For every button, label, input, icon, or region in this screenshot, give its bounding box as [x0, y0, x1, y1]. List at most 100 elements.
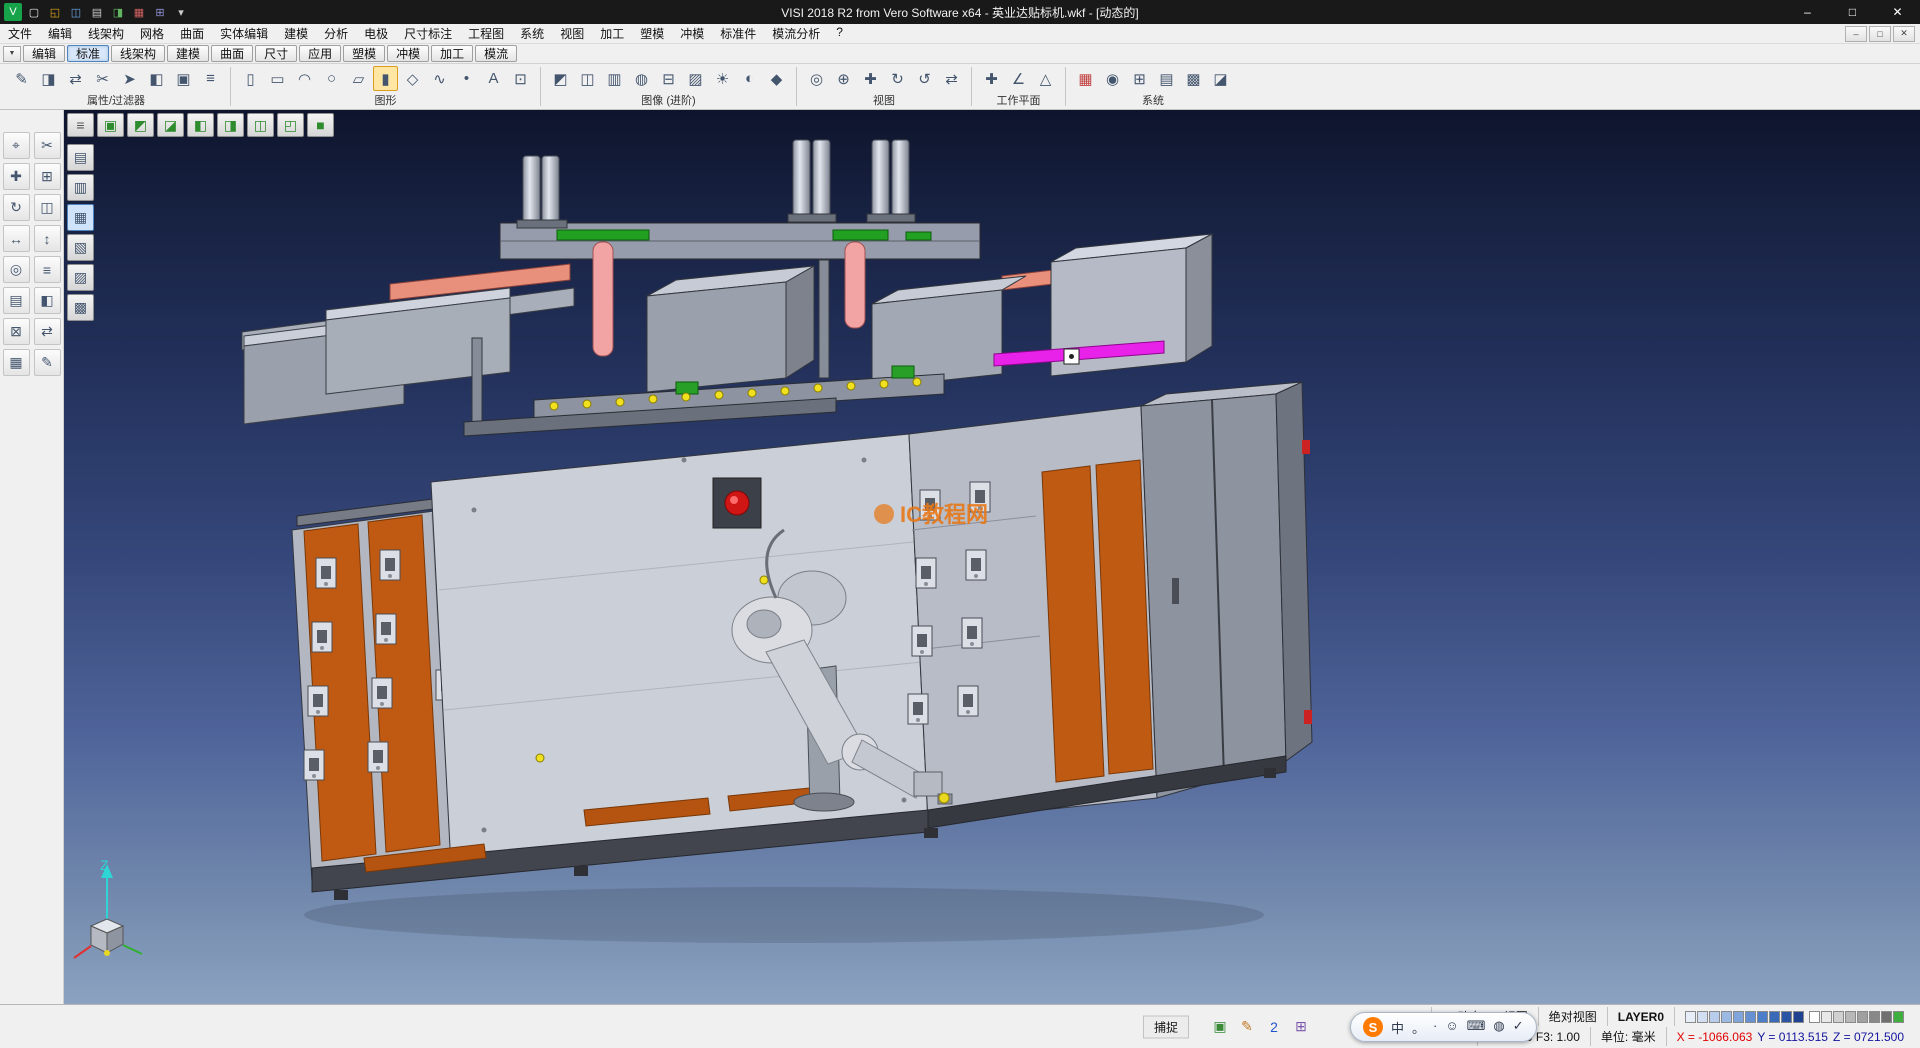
menu-flow-analysis[interactable]: 模流分析 [764, 23, 828, 44]
selection-arrow-icon[interactable]: ➤ [117, 66, 142, 91]
close-button[interactable]: ✕ [1875, 0, 1920, 24]
view-mode-cell[interactable]: 绝对视图 [1538, 1007, 1607, 1026]
wireframe-mode-icon[interactable]: ▧ [67, 234, 94, 261]
view-cube-axon-icon[interactable]: ■ [307, 113, 334, 137]
shaded-mode-icon[interactable]: ▦ [67, 204, 94, 231]
list-tool-icon[interactable]: ≡ [34, 256, 61, 283]
color-swatch[interactable] [1793, 1011, 1804, 1023]
stretch-v-tool-icon[interactable]: ↕ [34, 225, 61, 252]
view-cube-top-icon[interactable]: ▣ [97, 113, 124, 137]
style-swatch[interactable] [1821, 1011, 1832, 1023]
quick-access-dropdown[interactable]: ▾ [172, 3, 190, 21]
menu-help[interactable]: ? [828, 23, 851, 44]
attribute-brush-icon[interactable]: ◨ [36, 66, 61, 91]
color-swatch[interactable] [1685, 1011, 1696, 1023]
mdi-close-button[interactable]: ✕ [1893, 26, 1915, 42]
menu-mold[interactable]: 塑模 [632, 23, 672, 44]
graphics-text-icon[interactable]: A [481, 66, 506, 91]
tab-die[interactable]: 冲模 [387, 45, 429, 62]
ime-keyboard-icon[interactable]: ⌨ [1467, 1018, 1486, 1037]
wireframe-view-icon[interactable]: ◫ [575, 66, 600, 91]
menu-machining[interactable]: 加工 [592, 23, 632, 44]
filter-list-icon[interactable]: ▣ [171, 66, 196, 91]
swap-attributes-icon[interactable]: ⇄ [63, 66, 88, 91]
color-swatch[interactable] [1781, 1011, 1792, 1023]
plot-icon[interactable]: ◨ [109, 3, 127, 21]
view-cube-back-icon[interactable]: ◫ [247, 113, 274, 137]
maximize-button[interactable]: □ [1830, 0, 1875, 24]
mdi-restore-button[interactable]: □ [1869, 26, 1891, 42]
color-swatch[interactable] [1709, 1011, 1720, 1023]
graphics-group-icon[interactable]: ⊡ [508, 66, 533, 91]
view-cube-iso-icon[interactable]: ◩ [127, 113, 154, 137]
ime-toolbox-icon[interactable]: ✓ [1513, 1018, 1524, 1037]
view-manager-icon[interactable]: ≡ [67, 113, 94, 137]
graphics-box-icon[interactable]: ▭ [265, 66, 290, 91]
grid-tool-icon[interactable]: ▦ [3, 349, 30, 376]
menu-standard-parts[interactable]: 标准件 [712, 23, 764, 44]
snap-toggle[interactable]: 捕捉 [1143, 1015, 1189, 1038]
tab-surface[interactable]: 曲面 [211, 45, 253, 62]
style-swatch[interactable] [1809, 1011, 1820, 1023]
ime-emoji-icon[interactable]: ☺ [1445, 1018, 1458, 1037]
color-swatch[interactable] [1745, 1011, 1756, 1023]
style-swatch[interactable] [1869, 1011, 1880, 1023]
graphics-surface-icon[interactable]: ◇ [400, 66, 425, 91]
edit-tool-icon[interactable]: ✎ [34, 349, 61, 376]
print-icon[interactable]: ▤ [88, 3, 106, 21]
dynamic-view-icon[interactable]: ⇄ [939, 66, 964, 91]
zoom-view-icon[interactable]: ▩ [67, 294, 94, 321]
top-assembly[interactable] [242, 140, 1212, 436]
pan-view-icon[interactable]: ▨ [67, 264, 94, 291]
layers-tool-icon[interactable]: ▤ [3, 287, 30, 314]
cut-entities-icon[interactable]: ✂ [90, 66, 115, 91]
tab-flow[interactable]: 模流 [475, 45, 517, 62]
snap-settings-icon[interactable]: ◉ [1100, 66, 1125, 91]
render-icon[interactable]: ◆ [764, 66, 789, 91]
menu-electrode[interactable]: 电极 [356, 23, 396, 44]
shaded-view-icon[interactable]: ◩ [548, 66, 573, 91]
menu-system[interactable]: 系统 [512, 23, 552, 44]
trim-tool-icon[interactable]: ✂ [34, 132, 61, 159]
hidden-line-icon[interactable]: ▥ [602, 66, 627, 91]
pan-icon[interactable]: ✚ [858, 66, 883, 91]
copy-tool-icon[interactable]: ⊞ [34, 163, 61, 190]
tab-application[interactable]: 应用 [299, 45, 341, 62]
graphics-plane-icon[interactable]: ▱ [346, 66, 371, 91]
tab-wireframe[interactable]: 线架构 [111, 45, 165, 62]
ime-punctuation[interactable]: 。 [1412, 1018, 1425, 1037]
ime-lang-toggle[interactable]: 中 [1391, 1018, 1404, 1037]
ime-symbol[interactable]: · [1433, 1018, 1437, 1037]
tab-standard[interactable]: 标准 [67, 45, 109, 62]
rotate-tool-icon[interactable]: ↻ [3, 194, 30, 221]
view-cube-bottom-icon[interactable]: ◰ [277, 113, 304, 137]
minimize-button[interactable]: – [1785, 0, 1830, 24]
layer-settings-icon[interactable]: ▤ [1154, 66, 1179, 91]
edit-attributes-icon[interactable]: ✎ [9, 66, 34, 91]
graphics-circle-icon[interactable]: ○ [319, 66, 344, 91]
layer-color-chip[interactable] [1893, 1011, 1904, 1023]
graphics-curve-icon[interactable]: ∿ [427, 66, 452, 91]
front-view-icon[interactable]: ▥ [67, 174, 94, 201]
system-options-icon[interactable]: ◪ [1208, 66, 1233, 91]
open-file-icon[interactable]: ◱ [46, 3, 64, 21]
tab-mold[interactable]: 塑模 [343, 45, 385, 62]
workplane-view-icon[interactable]: △ [1033, 66, 1058, 91]
transparency-icon[interactable]: ◍ [629, 66, 654, 91]
menu-drafting[interactable]: 工程图 [460, 23, 512, 44]
view-cube-front-icon[interactable]: ◨ [217, 113, 244, 137]
new-file-icon[interactable]: ▢ [25, 3, 43, 21]
texture-icon[interactable]: ▨ [683, 66, 708, 91]
filter-menu-icon[interactable]: ≡ [198, 66, 223, 91]
graphics-cylinder-icon[interactable]: ▯ [238, 66, 263, 91]
session-count-badge[interactable]: 2 [1264, 1017, 1284, 1037]
workplane-create-icon[interactable]: ✚ [979, 66, 1004, 91]
rotate-view-icon[interactable]: ↻ [885, 66, 910, 91]
grid-icon[interactable]: ⊞ [151, 3, 169, 21]
tab-dropdown-button[interactable]: ▼ [3, 46, 21, 62]
previous-view-icon[interactable]: ↺ [912, 66, 937, 91]
menu-dimension[interactable]: 尺寸标注 [396, 23, 460, 44]
style-swatch[interactable] [1857, 1011, 1868, 1023]
color-swatch[interactable] [1721, 1011, 1732, 1023]
macro-icon[interactable]: ▩ [1181, 66, 1206, 91]
